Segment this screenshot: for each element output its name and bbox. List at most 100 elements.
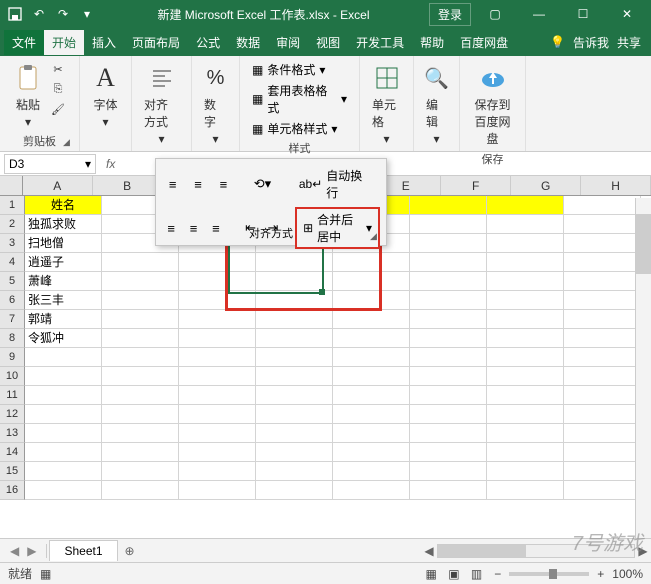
- tab-data[interactable]: 数据: [228, 30, 268, 55]
- cell[interactable]: [487, 405, 564, 424]
- cell[interactable]: [487, 329, 564, 348]
- row-header[interactable]: 16: [0, 481, 25, 500]
- alignment-button[interactable]: 对齐方式▾: [140, 60, 183, 148]
- cell[interactable]: [487, 272, 564, 291]
- cell[interactable]: [487, 291, 564, 310]
- cell[interactable]: [102, 424, 179, 443]
- cell[interactable]: [256, 329, 333, 348]
- login-button[interactable]: 登录: [429, 3, 471, 26]
- cell[interactable]: [102, 272, 179, 291]
- cut-icon[interactable]: ✂: [48, 60, 68, 78]
- cell[interactable]: 扫地僧: [25, 234, 102, 253]
- cell[interactable]: [410, 386, 487, 405]
- cell[interactable]: [487, 386, 564, 405]
- cell[interactable]: [256, 462, 333, 481]
- cell[interactable]: [564, 462, 641, 481]
- cell[interactable]: [410, 253, 487, 272]
- qat-dropdown-icon[interactable]: ▾: [76, 3, 98, 25]
- cell[interactable]: [333, 386, 410, 405]
- zoom-out-icon[interactable]: −: [494, 567, 501, 581]
- alignment-launcher-icon[interactable]: ◢: [370, 231, 382, 243]
- minimize-icon[interactable]: —: [519, 0, 559, 28]
- cell[interactable]: [333, 424, 410, 443]
- cell[interactable]: [564, 405, 641, 424]
- cell[interactable]: 张三丰: [25, 291, 102, 310]
- cell[interactable]: [256, 272, 333, 291]
- cell[interactable]: 独孤求败: [25, 215, 102, 234]
- tab-help[interactable]: 帮助: [412, 30, 452, 55]
- cell[interactable]: [410, 196, 487, 215]
- undo-icon[interactable]: ↶: [28, 3, 50, 25]
- orientation-icon[interactable]: ⟲▾: [252, 173, 273, 195]
- cell[interactable]: [487, 253, 564, 272]
- cell[interactable]: [333, 443, 410, 462]
- redo-icon[interactable]: ↷: [52, 3, 74, 25]
- cell[interactable]: [410, 348, 487, 367]
- cell[interactable]: [410, 272, 487, 291]
- zoom-in-icon[interactable]: +: [597, 567, 604, 581]
- vertical-scrollbar[interactable]: [635, 198, 651, 538]
- tab-file[interactable]: 文件: [4, 30, 44, 55]
- cells-button[interactable]: 单元格▾: [368, 60, 405, 148]
- cell[interactable]: [564, 443, 641, 462]
- row-header[interactable]: 9: [0, 348, 25, 367]
- cell[interactable]: [410, 291, 487, 310]
- copy-icon[interactable]: ⎘: [48, 80, 68, 98]
- cell[interactable]: [256, 253, 333, 272]
- col-header[interactable]: F: [441, 176, 511, 195]
- close-icon[interactable]: ✕: [607, 0, 647, 28]
- cell[interactable]: 逍遥子: [25, 253, 102, 272]
- cell[interactable]: [564, 234, 641, 253]
- cell[interactable]: [25, 462, 102, 481]
- cell[interactable]: [179, 462, 256, 481]
- cell[interactable]: [102, 348, 179, 367]
- table-format-button[interactable]: ▦套用表格格式 ▾: [248, 81, 351, 117]
- cell[interactable]: [102, 462, 179, 481]
- row-header[interactable]: 5: [0, 272, 25, 291]
- cell[interactable]: [487, 310, 564, 329]
- cell[interactable]: [256, 348, 333, 367]
- cell[interactable]: [564, 481, 641, 500]
- tab-insert[interactable]: 插入: [84, 30, 124, 55]
- clipboard-launcher-icon[interactable]: ◢: [63, 137, 75, 149]
- wrap-text-button[interactable]: ab↵自动换行: [291, 165, 380, 203]
- cell[interactable]: [256, 424, 333, 443]
- view-break-icon[interactable]: ▥: [467, 567, 486, 581]
- add-sheet-icon[interactable]: ⊕: [118, 539, 142, 563]
- cell[interactable]: [102, 443, 179, 462]
- cell[interactable]: [564, 348, 641, 367]
- cell[interactable]: [564, 386, 641, 405]
- conditional-format-button[interactable]: ▦条件格式 ▾: [248, 60, 351, 79]
- cell[interactable]: [25, 367, 102, 386]
- cell[interactable]: [410, 443, 487, 462]
- cell[interactable]: [333, 272, 410, 291]
- row-header[interactable]: 3: [0, 234, 25, 253]
- cell[interactable]: [102, 310, 179, 329]
- col-header[interactable]: H: [581, 176, 651, 195]
- row-header[interactable]: 2: [0, 215, 25, 234]
- sheet-tab[interactable]: Sheet1: [49, 540, 117, 561]
- row-header[interactable]: 8: [0, 329, 25, 348]
- cell[interactable]: 令狐冲: [25, 329, 102, 348]
- cell[interactable]: [333, 462, 410, 481]
- format-painter-icon[interactable]: 🖌: [48, 100, 68, 118]
- row-header[interactable]: 13: [0, 424, 25, 443]
- cell[interactable]: [102, 291, 179, 310]
- cell[interactable]: [102, 405, 179, 424]
- sheet-next-icon[interactable]: ▶: [23, 544, 40, 558]
- cell[interactable]: [564, 310, 641, 329]
- cell[interactable]: [179, 291, 256, 310]
- tab-layout[interactable]: 页面布局: [124, 30, 188, 55]
- cell[interactable]: [179, 329, 256, 348]
- row-header[interactable]: 11: [0, 386, 25, 405]
- cell[interactable]: [179, 405, 256, 424]
- cell[interactable]: [564, 196, 641, 215]
- editing-button[interactable]: 🔍 编辑▾: [422, 60, 451, 148]
- cell[interactable]: [179, 348, 256, 367]
- cell[interactable]: [256, 291, 333, 310]
- share-button[interactable]: 共享: [617, 34, 641, 51]
- chevron-down-icon[interactable]: ▾: [85, 157, 91, 171]
- align-top-icon[interactable]: ≡: [162, 173, 183, 195]
- align-bottom-icon[interactable]: ≡: [213, 173, 234, 195]
- cell[interactable]: [564, 424, 641, 443]
